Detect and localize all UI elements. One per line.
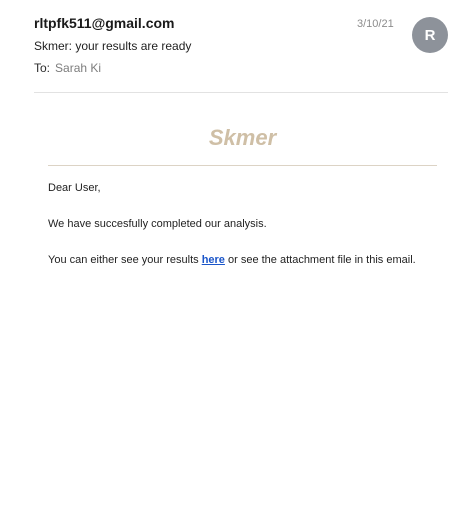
email-header: rltpfk511@gmail.com 3/10/21 R Skmer: you… xyxy=(0,0,472,94)
results-message: You can either see your results here or … xyxy=(48,251,420,269)
recipient-name[interactable]: Sarah Ki xyxy=(55,61,101,75)
header-divider xyxy=(34,92,448,93)
results-text-after: or see the attachment file in this email… xyxy=(224,254,416,266)
brand-divider xyxy=(48,165,437,166)
results-link[interactable]: here xyxy=(202,254,225,266)
recipient-row: To: Sarah Ki xyxy=(34,61,101,75)
to-label: To: xyxy=(34,61,51,75)
sender-avatar[interactable]: R xyxy=(412,17,448,53)
greeting-text: Dear User, xyxy=(48,182,101,194)
email-date: 3/10/21 xyxy=(357,18,394,30)
sender-address[interactable]: rltpfk511@gmail.com xyxy=(34,15,174,31)
brand-logo: Skmer xyxy=(208,125,277,150)
email-subject: Skmer: your results are ready xyxy=(34,39,192,53)
results-text-before: You can either see your results xyxy=(48,254,202,266)
analysis-message: We have succesfully completed our analys… xyxy=(48,218,267,230)
